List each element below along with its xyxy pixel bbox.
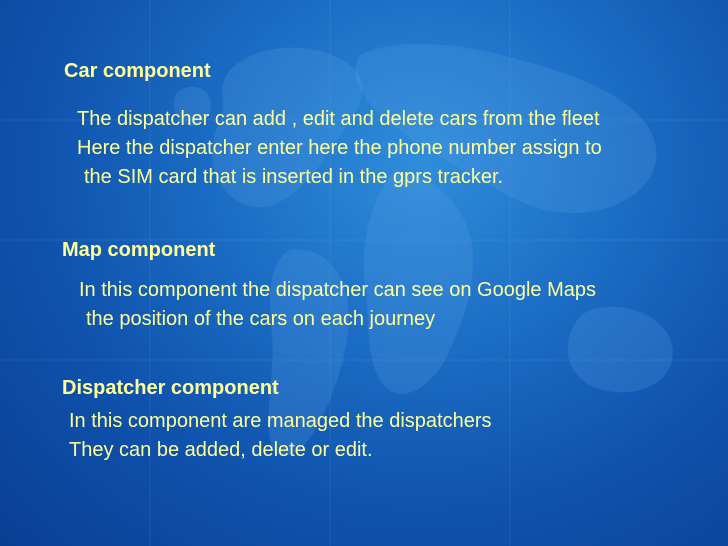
car-component-line-1: The dispatcher can add , edit and delete… bbox=[77, 108, 600, 130]
car-component-line-3: the SIM card that is inserted in the gpr… bbox=[84, 166, 504, 188]
map-component-line-1: In this component the dispatcher can see… bbox=[79, 279, 596, 301]
dispatcher-component-heading: Dispatcher component bbox=[62, 377, 279, 399]
dispatcher-component-line-1: In this component are managed the dispat… bbox=[69, 410, 492, 432]
car-component-line-2: Here the dispatcher enter here the phone… bbox=[77, 137, 602, 159]
car-component-heading: Car component bbox=[64, 60, 211, 82]
map-component-line-2: the position of the cars on each journey bbox=[86, 308, 436, 330]
map-component-heading: Map component bbox=[62, 239, 216, 261]
dispatcher-component-line-2: They can be added, delete or edit. bbox=[69, 439, 373, 461]
slide: Car component The dispatcher can add , e… bbox=[0, 0, 728, 546]
slide-content: Car component The dispatcher can add , e… bbox=[0, 0, 728, 546]
